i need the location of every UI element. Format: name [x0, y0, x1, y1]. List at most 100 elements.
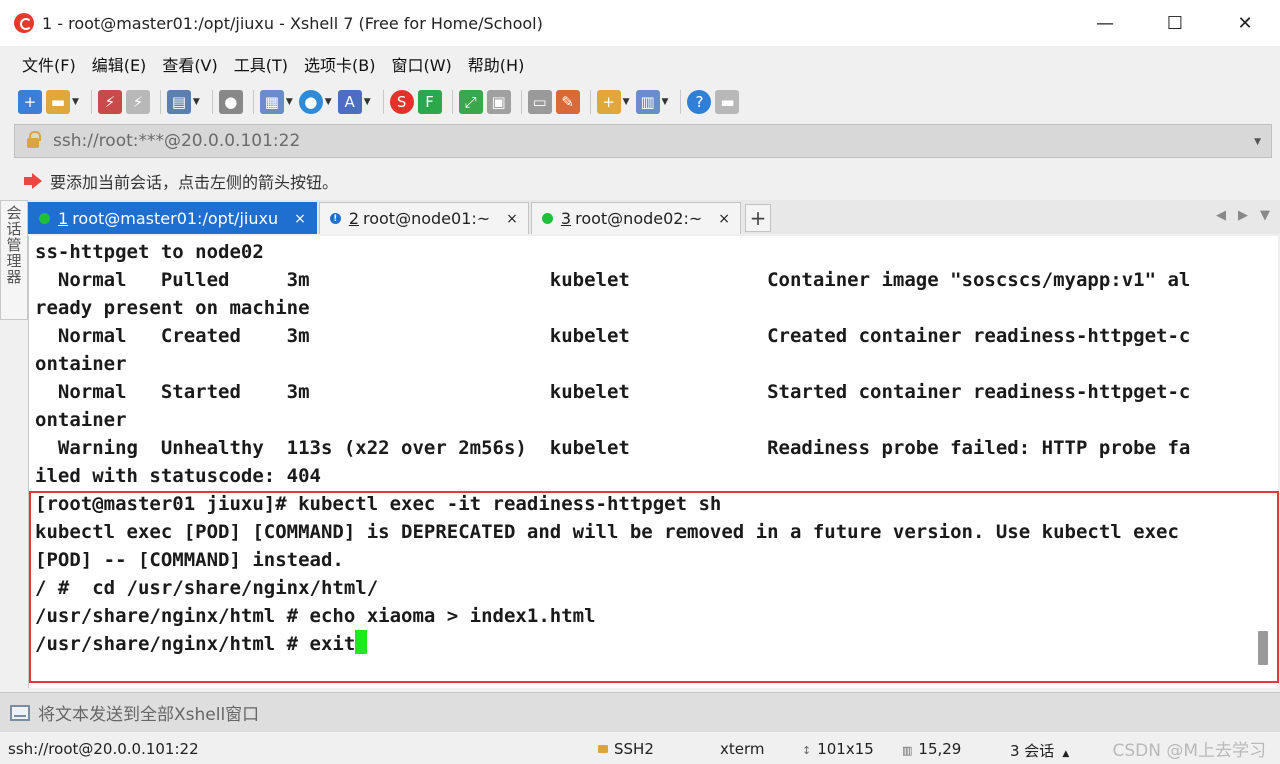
status-bar: ssh://root@20.0.0.101:22 SSH2 xterm ↕ 101… [0, 732, 1280, 764]
tab-number: 1 [58, 209, 69, 228]
chat-icon[interactable]: ▬ [715, 90, 740, 114]
hint-text: 要添加当前会话，点击左侧的箭头按钮。 [50, 173, 339, 192]
tab-close-icon[interactable]: × [718, 211, 730, 227]
tab-close-icon[interactable]: × [294, 211, 306, 227]
connected-status-icon [39, 213, 50, 224]
terminal-line: iled with statuscode: 404 [35, 465, 321, 487]
tab-navigation: ◀ ▶ ▼ [1216, 208, 1270, 223]
tab-session-3[interactable]: 3 root@node02:~ × [530, 202, 741, 234]
tab-label: root@node02:~ [575, 209, 703, 228]
menu-bar: 文件(F) 编辑(E) 查看(V) 工具(T) 选项卡(B) 窗口(W) 帮助(… [0, 46, 1280, 82]
menu-file[interactable]: 文件(F) [14, 52, 84, 76]
lock-icon [27, 131, 41, 148]
close-button[interactable]: ✕ [1210, 0, 1280, 46]
session-manager-tab[interactable]: 会话管理器 [0, 200, 28, 320]
chevron-down-icon[interactable]: ▼ [623, 97, 630, 107]
layout-icon[interactable]: ▥ [635, 90, 660, 114]
new-session-icon[interactable]: + [18, 90, 42, 114]
globe-icon[interactable]: ● [298, 90, 323, 114]
session-manager-label: 会话管理器 [4, 205, 23, 285]
hint-bar: 要添加当前会话，点击左侧的箭头按钮。 [14, 164, 1272, 198]
tab-number: 3 [560, 209, 572, 228]
open-folder-icon[interactable]: ▬ [46, 90, 70, 114]
tab-next-icon[interactable]: ▶ [1238, 208, 1248, 223]
chevron-down-icon[interactable]: ▼ [325, 97, 332, 107]
fullscreen-icon[interactable]: ⤢ [458, 90, 483, 114]
toolbar-divider [159, 90, 161, 114]
status-size: ↕ 101x15 [802, 740, 874, 758]
tab-label: root@node01:~ [363, 209, 491, 228]
highlight-annotation-box [29, 491, 1279, 683]
chevron-up-icon: ▲ [1062, 749, 1070, 759]
terminal-line: Normal Started 3m kubelet Started contai… [35, 381, 1191, 403]
terminal-line: ready present on machine [35, 297, 310, 319]
terminal-line: Normal Pulled 3m kubelet Container image… [35, 269, 1191, 291]
sessions-label: 3 会话 [1010, 742, 1055, 760]
lock-icon [598, 745, 608, 753]
properties-icon[interactable]: ▤ [166, 90, 191, 114]
toolbar-divider [211, 90, 213, 114]
terminal-line: ontainer [35, 353, 127, 375]
tabs-row: 1 root@master01:/opt/jiuxu × ! 2 root@no… [28, 200, 1280, 234]
menu-edit[interactable]: 编辑(E) [84, 52, 155, 76]
terminal-line: ss-httpget to node02 [35, 241, 264, 263]
chevron-down-icon[interactable]: ▼ [72, 97, 79, 107]
menu-window[interactable]: 窗口(W) [383, 52, 459, 76]
add-folder-icon[interactable]: + [596, 90, 621, 114]
tab-list-icon[interactable]: ▼ [1260, 208, 1270, 223]
lock-icon[interactable]: ▣ [486, 90, 511, 114]
tab-prev-icon[interactable]: ◀ [1216, 208, 1226, 223]
disconnect-icon[interactable]: ⚡ [125, 90, 150, 114]
tab-session-2[interactable]: ! 2 root@node01:~ × [318, 202, 529, 234]
status-protocol: SSH2 [598, 740, 654, 758]
resize-icon: ↕ [802, 744, 812, 757]
status-terminal-type: xterm [720, 740, 765, 758]
compose-bar-icon [10, 704, 30, 721]
menu-help[interactable]: 帮助(H) [460, 52, 533, 76]
address-text: ssh://root:***@20.0.0.101:22 [53, 131, 301, 151]
tab-close-icon[interactable]: × [506, 211, 518, 227]
menu-tools[interactable]: 工具(T) [226, 52, 296, 76]
add-session-arrow-icon[interactable] [24, 172, 42, 190]
status-cursor-pos: ▥ 15,29 [902, 740, 961, 758]
toolbar-divider [520, 90, 522, 114]
font-icon[interactable]: A [337, 90, 362, 114]
terminal-line: Warning Unhealthy 113s (x22 over 2m56s) … [35, 437, 1191, 459]
xshell-icon[interactable]: S [389, 90, 414, 114]
maximize-button[interactable]: ☐ [1140, 0, 1210, 46]
toolbar-divider [451, 90, 453, 114]
title-bar: 1 - root@master01:/opt/jiuxu - Xshell 7 … [0, 0, 1280, 46]
menu-tab[interactable]: 选项卡(B) [296, 52, 383, 76]
help-icon[interactable]: ? [687, 90, 712, 114]
chevron-down-icon[interactable]: ▼ [286, 97, 293, 107]
chevron-down-icon[interactable]: ▼ [662, 97, 669, 107]
tab-number: 2 [348, 209, 359, 228]
status-sessions[interactable]: 3 会话 ▲ [1010, 740, 1069, 761]
keyboard-icon[interactable]: ▭ [527, 90, 552, 114]
tab-label: root@master01:/opt/jiuxu [72, 209, 279, 228]
toolbar: + ▬ ▼ ⚡ ⚡ ▤ ▼ ● ▦ ▼ ● ▼ A ▼ S F ⤢ ▣ ▭ ✎ … [0, 82, 1280, 122]
chevron-down-icon[interactable]: ▼ [193, 97, 200, 107]
address-bar[interactable]: ssh://root:***@20.0.0.101:22 ▼ [14, 124, 1272, 158]
xshell-logo-icon [14, 13, 34, 33]
window-controls: — ☐ ✕ [1070, 0, 1280, 46]
size-label: 101x15 [817, 740, 874, 758]
terminal-line: Normal Created 3m kubelet Created contai… [35, 325, 1191, 347]
search-icon[interactable]: ● [218, 90, 243, 114]
xftp-icon[interactable]: F [417, 90, 442, 114]
chevron-down-icon[interactable]: ▼ [364, 97, 371, 107]
add-tab-button[interactable]: + [745, 204, 771, 232]
send-text-bar[interactable]: 将文本发送到全部Xshell窗口 [0, 692, 1280, 732]
info-status-icon: ! [329, 213, 341, 224]
highlight-icon[interactable]: ✎ [555, 90, 580, 114]
chevron-down-icon[interactable]: ▼ [1254, 137, 1261, 147]
connect-icon[interactable]: ⚡ [97, 90, 122, 114]
cursor-pos-icon: ▥ [902, 744, 913, 757]
minimize-button[interactable]: — [1070, 0, 1140, 46]
terminal-area[interactable]: ss-httpget to node02 Normal Pulled 3m ku… [28, 236, 1279, 688]
terminal-scrollbar[interactable] [1258, 631, 1268, 665]
send-text-placeholder: 将文本发送到全部Xshell窗口 [38, 705, 260, 725]
tab-session-1[interactable]: 1 root@master01:/opt/jiuxu × [28, 202, 317, 234]
transfer-icon[interactable]: ▦ [259, 90, 284, 114]
menu-view[interactable]: 查看(V) [154, 52, 225, 76]
